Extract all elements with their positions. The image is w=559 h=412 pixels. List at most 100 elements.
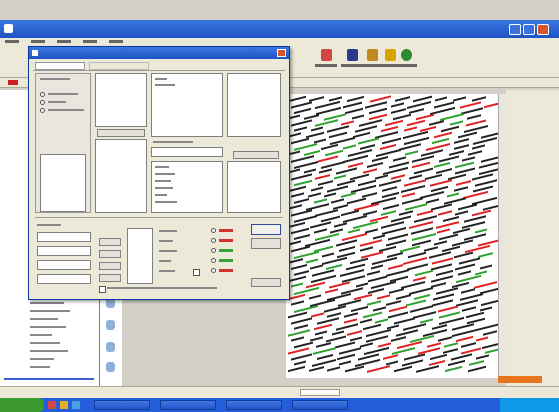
grid-token: [467, 114, 481, 120]
grid-token: [334, 222, 347, 228]
condition-box[interactable]: [151, 73, 223, 137]
grid-token: [339, 360, 351, 366]
value-input[interactable]: [151, 147, 223, 157]
grid-token: [424, 246, 438, 252]
grid-token: [480, 264, 492, 270]
criteria-input[interactable]: [37, 232, 91, 242]
tab[interactable]: [89, 62, 149, 70]
person-icon: [106, 362, 115, 372]
person-icon: [106, 342, 115, 352]
sidebar-item[interactable]: [30, 318, 58, 320]
menu-help[interactable]: [108, 40, 123, 43]
color-radio[interactable]: [211, 248, 216, 253]
range-box[interactable]: [127, 228, 153, 284]
menu-edit[interactable]: [30, 40, 45, 43]
grid-token: [437, 228, 450, 234]
quicklaunch-icon[interactable]: [60, 401, 68, 409]
grid-token: [319, 168, 332, 174]
taskbar-window-button[interactable]: [94, 400, 150, 410]
start-button[interactable]: [0, 398, 44, 412]
filter-list[interactable]: [40, 154, 86, 212]
grid-token: [332, 330, 344, 336]
criteria-input[interactable]: [37, 260, 91, 270]
grid-token: [327, 366, 340, 372]
color-radio[interactable]: [211, 238, 216, 243]
sidebar-item[interactable]: [30, 326, 66, 328]
undo-button[interactable]: [392, 48, 420, 78]
filter-button[interactable]: [312, 48, 340, 78]
grid-token: [288, 95, 306, 103]
menu-file[interactable]: [5, 40, 19, 43]
sidebar-item[interactable]: [30, 302, 64, 304]
filter-radio[interactable]: [40, 108, 45, 113]
taskbar-window-button[interactable]: [292, 400, 348, 410]
checkbox[interactable]: [193, 269, 200, 276]
grid-token: [291, 282, 303, 288]
color-radio[interactable]: [211, 268, 216, 273]
grid-token: [371, 264, 383, 270]
right-panel: [506, 90, 559, 386]
grid-row: [286, 209, 496, 217]
criteria-input[interactable]: [37, 274, 91, 284]
grid-row: [286, 365, 496, 373]
browse-button[interactable]: [233, 151, 279, 159]
filter-radio[interactable]: [40, 100, 45, 105]
sidebar-item[interactable]: [30, 358, 54, 360]
grid-token: [480, 306, 492, 312]
sidebar-item[interactable]: [30, 350, 68, 352]
grid-scrollbar[interactable]: [498, 94, 506, 378]
cancel-button[interactable]: [251, 238, 281, 249]
grid-row: [286, 269, 496, 277]
operator-button[interactable]: [99, 238, 121, 246]
grid-token: [360, 246, 373, 252]
criteria-input[interactable]: [37, 246, 91, 256]
quicklaunch-icon[interactable]: [48, 401, 56, 409]
ok-button[interactable]: [251, 224, 281, 235]
filter-icon: [321, 49, 332, 61]
grid-token: [363, 168, 377, 174]
grid-token: [294, 360, 306, 366]
option-checkbox[interactable]: [99, 286, 106, 293]
help-button[interactable]: [251, 278, 281, 287]
close-button[interactable]: [537, 24, 549, 35]
grid-token: [375, 318, 388, 324]
preview-box: [227, 73, 281, 137]
maximize-button[interactable]: [523, 24, 535, 35]
grid-token: [450, 120, 463, 126]
menu-view[interactable]: [56, 40, 71, 43]
selection-box-bottom[interactable]: [95, 139, 147, 213]
minimize-button[interactable]: [509, 24, 521, 35]
operator-button[interactable]: [99, 262, 121, 270]
filter-radio[interactable]: [40, 92, 45, 97]
sidebar-item[interactable]: [30, 334, 52, 336]
grid-token: [472, 144, 485, 150]
sidebar-item[interactable]: [30, 342, 60, 344]
grid-token: [360, 318, 372, 324]
grid-token: [476, 354, 489, 360]
grid-row: [286, 196, 497, 206]
sidebar-item[interactable]: [4, 378, 94, 380]
quicklaunch-icon[interactable]: [72, 401, 80, 409]
grid-token: [395, 96, 410, 102]
taskbar-window-button[interactable]: [226, 400, 282, 410]
operator-button[interactable]: [99, 250, 121, 258]
add-button[interactable]: [97, 129, 145, 137]
grid-token: [483, 330, 497, 336]
operator-button[interactable]: [99, 274, 121, 282]
field-list[interactable]: [151, 161, 223, 213]
grid-token: [435, 96, 447, 102]
color-radio[interactable]: [211, 228, 216, 233]
sidebar-item[interactable]: [30, 366, 50, 368]
sidebar-item[interactable]: [30, 310, 70, 312]
filter-dialog: [28, 46, 290, 300]
bottom-panel: [35, 217, 283, 294]
results-grid[interactable]: [286, 94, 498, 378]
selection-box-top[interactable]: [95, 73, 147, 127]
system-tray: [500, 398, 559, 412]
dialog-close-button[interactable]: [277, 49, 286, 57]
tab-active[interactable]: [35, 62, 85, 70]
color-radio[interactable]: [211, 258, 216, 263]
orange-status-indicator: [498, 376, 542, 383]
menu-tools[interactable]: [82, 40, 97, 43]
taskbar-window-button[interactable]: [160, 400, 216, 410]
